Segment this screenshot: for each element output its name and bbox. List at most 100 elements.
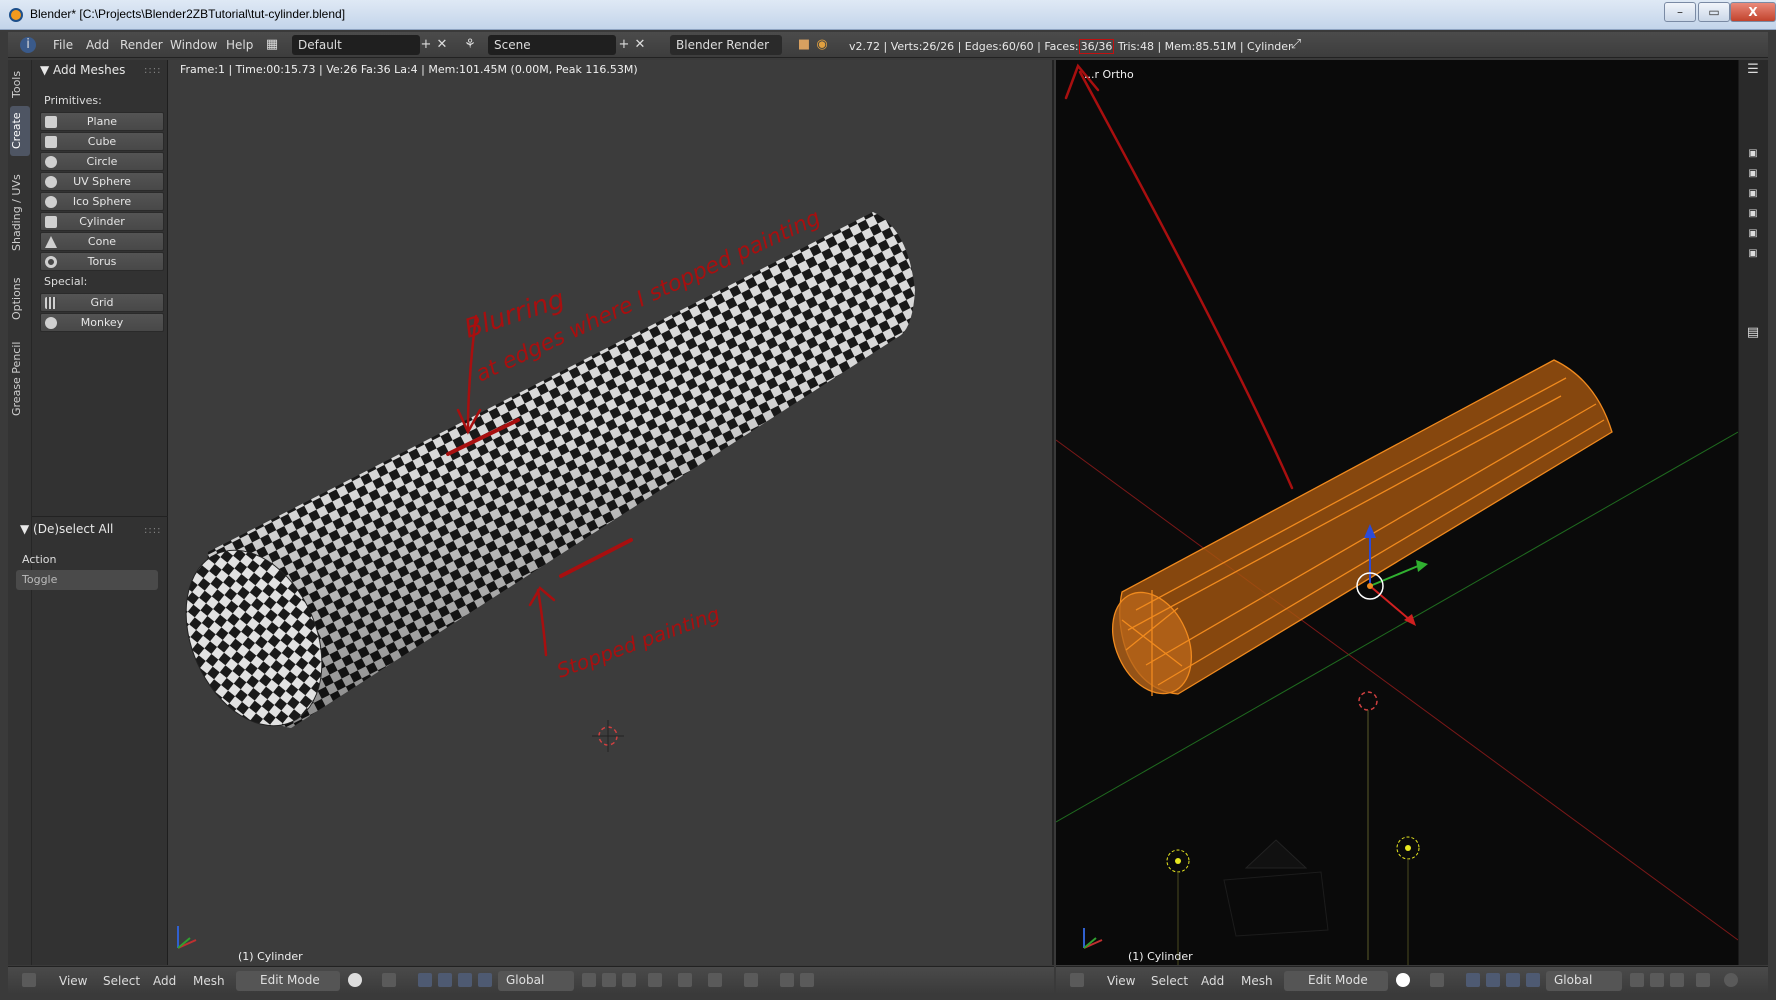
pivot-icon[interactable] xyxy=(1430,973,1444,987)
menu-help[interactable]: Help xyxy=(226,38,253,52)
translate-icon[interactable] xyxy=(438,973,452,987)
editor-type-icon[interactable] xyxy=(1070,973,1084,987)
add-cube-button[interactable]: Cube xyxy=(40,132,164,151)
add-grid-button[interactable]: Grid xyxy=(40,293,164,312)
snap-icon[interactable] xyxy=(708,973,722,987)
remove-layout-icon[interactable]: ✕ xyxy=(434,37,450,53)
add-monkey-button[interactable]: Monkey xyxy=(40,313,164,332)
limit-selection-icon[interactable] xyxy=(648,973,662,987)
lamp-icon[interactable] xyxy=(1166,849,1190,965)
viewport-shading-icon[interactable] xyxy=(348,973,362,987)
manipulator-icon[interactable] xyxy=(418,973,432,987)
edge-select-icon[interactable] xyxy=(1650,973,1664,987)
add-plane-button[interactable]: Plane xyxy=(40,112,164,131)
render-toggle-icon[interactable]: ▣ xyxy=(1745,206,1761,222)
limit-selection-icon[interactable] xyxy=(1696,973,1710,987)
screen-layout-icon[interactable]: ▦ xyxy=(264,37,280,53)
fullscreen-icon[interactable]: ⤢ xyxy=(1288,37,1304,53)
mesh-menu[interactable]: Mesh xyxy=(1241,974,1273,988)
mode-select[interactable]: Edit Mode xyxy=(236,971,340,991)
operator-action-select[interactable]: Toggle xyxy=(16,570,158,590)
tab-grease-pencil[interactable]: Grease Pencil xyxy=(10,330,30,428)
menu-render[interactable]: Render xyxy=(120,38,163,52)
add-ico-sphere-button[interactable]: Ico Sphere xyxy=(40,192,164,211)
face-select-icon[interactable] xyxy=(1670,973,1684,987)
remove-scene-icon[interactable]: ✕ xyxy=(632,37,648,53)
proportional-edit-icon[interactable] xyxy=(678,973,692,987)
minimize-button[interactable]: – xyxy=(1664,2,1696,22)
add-circle-button[interactable]: Circle xyxy=(40,152,164,171)
scene-icon[interactable]: ⚘ xyxy=(462,37,478,53)
3d-cursor-icon[interactable] xyxy=(1358,691,1378,711)
translate-icon[interactable] xyxy=(1486,973,1500,987)
scene-field[interactable]: Scene xyxy=(488,35,616,55)
outliner-menu-icon[interactable]: ☰ xyxy=(1745,62,1761,78)
tab-options[interactable]: Options xyxy=(10,270,30,328)
render-toggle-icon[interactable]: ▣ xyxy=(1745,226,1761,242)
panel-grip-icon[interactable]: :::: xyxy=(144,65,161,76)
pivot-icon[interactable] xyxy=(382,973,396,987)
render-engine-field[interactable]: Blender Render xyxy=(670,35,782,55)
add-layout-icon[interactable]: + xyxy=(418,37,434,53)
add-scene-icon[interactable]: + xyxy=(616,37,632,53)
scale-icon[interactable] xyxy=(478,973,492,987)
render-toggle-icon[interactable]: ▣ xyxy=(1745,146,1761,162)
render-preview-icon[interactable] xyxy=(780,973,794,987)
proportional-edit-icon[interactable] xyxy=(1724,973,1738,987)
render-toggle-icon[interactable]: ▣ xyxy=(1745,166,1761,182)
select-menu[interactable]: Select xyxy=(1151,974,1188,988)
menu-add[interactable]: Add xyxy=(86,38,109,52)
properties-icon[interactable]: ▤ xyxy=(1745,325,1761,341)
add-menu[interactable]: Add xyxy=(1201,974,1224,988)
add-cylinder-button[interactable]: Cylinder xyxy=(40,212,164,231)
selected-cylinder-mesh[interactable] xyxy=(1098,359,1613,706)
rotate-icon[interactable] xyxy=(458,973,472,987)
view-menu[interactable]: View xyxy=(1107,974,1135,988)
edge-select-icon[interactable] xyxy=(622,973,636,987)
add-uv-sphere-button[interactable]: UV Sphere xyxy=(40,172,164,191)
orientation-select[interactable]: Global xyxy=(1546,971,1622,991)
add-menu[interactable]: Add xyxy=(153,974,176,988)
plane-icon xyxy=(45,116,57,128)
close-button[interactable]: X xyxy=(1730,2,1776,22)
menu-file[interactable]: File xyxy=(53,38,73,52)
layers-icon[interactable] xyxy=(582,973,596,987)
viewport-edit[interactable]: ...r Ortho (1) Cylinder xyxy=(1056,60,1738,965)
vertex-select-icon[interactable] xyxy=(1630,973,1644,987)
info-editor-icon[interactable]: i xyxy=(20,37,36,53)
editor-type-icon[interactable] xyxy=(22,973,36,987)
info-header: i File Add Render Window Help ▦ Default … xyxy=(8,32,1768,58)
add-meshes-panel-header[interactable]: ▼ Add Meshes xyxy=(40,63,125,77)
viewport-textured[interactable]: Frame:1 | Time:00:15.73 | Ve:26 Fa:36 La… xyxy=(168,60,1054,965)
operator-panel-header[interactable]: ▼ (De)select All xyxy=(20,522,113,536)
tab-tools[interactable]: Tools xyxy=(10,64,30,104)
operator-action-label: Action xyxy=(22,553,57,566)
operator-grip-icon[interactable]: :::: xyxy=(144,525,161,536)
manipulator-icon[interactable] xyxy=(1466,973,1480,987)
3d-cursor-icon[interactable] xyxy=(592,720,624,752)
render-toggle-icon[interactable]: ▣ xyxy=(1745,186,1761,202)
render-animation-icon[interactable] xyxy=(800,973,814,987)
orientation-select[interactable]: Global xyxy=(498,971,574,991)
render-toggle-icon[interactable]: ▣ xyxy=(1745,246,1761,262)
left-viewport-header: View Select Add Mesh Edit Mode Global xyxy=(8,966,1054,994)
mesh-menu[interactable]: Mesh xyxy=(193,974,225,988)
lamp-icon[interactable] xyxy=(1396,836,1420,965)
view-menu[interactable]: View xyxy=(59,974,87,988)
viewport-shading-icon[interactable] xyxy=(1396,973,1410,987)
mode-select[interactable]: Edit Mode xyxy=(1284,971,1388,991)
tab-create[interactable]: Create xyxy=(10,106,30,156)
select-menu[interactable]: Select xyxy=(103,974,140,988)
maximize-button[interactable]: ▭ xyxy=(1698,2,1730,22)
add-torus-button[interactable]: Torus xyxy=(40,252,164,271)
layout-field[interactable]: Default xyxy=(292,35,420,55)
rotate-icon[interactable] xyxy=(1506,973,1520,987)
add-cone-button[interactable]: Cone xyxy=(40,232,164,251)
camera-icon[interactable] xyxy=(1223,839,1329,937)
textured-scene-canvas: Blurring at edges where I stopped painti… xyxy=(177,205,915,949)
snap-target-icon[interactable] xyxy=(744,973,758,987)
scale-icon[interactable] xyxy=(1526,973,1540,987)
vertex-select-icon[interactable] xyxy=(602,973,616,987)
menu-window[interactable]: Window xyxy=(170,38,217,52)
tab-shading-uvs[interactable]: Shading / UVs xyxy=(10,158,30,268)
